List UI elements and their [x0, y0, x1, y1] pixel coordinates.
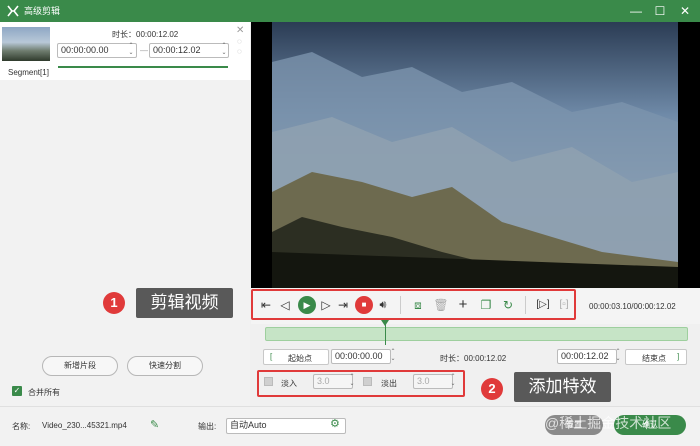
trash-icon[interactable]: 🗑︎ — [433, 297, 449, 313]
move-up-icon[interactable]: ◌ — [237, 37, 242, 46]
video-frame — [272, 22, 678, 288]
settings-gear-icon[interactable]: ⚙ — [330, 417, 340, 430]
fade-in-checkbox[interactable] — [264, 377, 273, 386]
end-label: 结束点 — [642, 354, 666, 363]
start-bracket: [ — [270, 352, 273, 361]
stop-button[interactable]: ■ — [355, 296, 373, 314]
copy-icon[interactable]: ❐ — [478, 297, 494, 313]
fade-out-checkbox[interactable] — [363, 377, 372, 386]
split-icon[interactable]: ⧈ — [410, 297, 426, 313]
new-segment-button[interactable]: 新增片段 — [42, 356, 118, 376]
fade-out-label: 淡出 — [381, 379, 397, 388]
start-label: 起始点 — [288, 354, 312, 363]
minimize-button[interactable]: — — [624, 2, 648, 20]
quick-split-button[interactable]: 快速分割 — [127, 356, 203, 376]
segment-end-value: 00:00:12.02 — [153, 45, 201, 55]
app-logo-icon — [7, 5, 19, 17]
callout-1-label: 剪辑视频 — [136, 288, 233, 318]
edit-name-icon[interactable]: ✎ — [150, 418, 159, 431]
time-readout: 00:00:03.10/00:00:12.02 — [589, 302, 676, 311]
move-down-icon[interactable]: ◌ — [237, 47, 242, 56]
fade-in-input[interactable]: 3.0 — [313, 374, 353, 389]
mark-out-icon[interactable]: [▫] — [556, 297, 572, 313]
step-back-icon[interactable]: ◁ — [277, 297, 293, 313]
merge-all-checkbox[interactable]: ✓ — [12, 386, 22, 396]
fade-out-input[interactable]: 3.0 — [413, 374, 453, 389]
merge-all-label: 合并所有 — [28, 388, 60, 397]
segment-start-stepper[interactable]: ⌃ ⌄ — [127, 43, 135, 58]
trim-start-value: 00:00:00.00 — [335, 351, 383, 361]
segment-start-input[interactable]: 00:00:00.00 — [57, 43, 137, 58]
output-select[interactable]: 自动Auto — [226, 418, 346, 434]
callout-2-number: 2 — [481, 378, 503, 400]
segment-thumbnail[interactable] — [2, 27, 50, 61]
step-forward-icon[interactable]: ▷ — [318, 297, 334, 313]
segment-end-input[interactable]: 00:00:12.02 — [149, 43, 229, 58]
fade-in-label: 淡入 — [281, 379, 297, 388]
set-start-button[interactable]: [ 起始点 — [263, 349, 329, 365]
trim-duration: 时长：00:00:12.02 — [440, 354, 507, 363]
time-separator: — — [140, 46, 148, 55]
delete-segment-icon[interactable]: ✕ — [236, 25, 244, 36]
go-to-start-icon[interactable]: ⇤ — [258, 297, 274, 313]
output-label: 输出: — [198, 422, 217, 431]
divider — [525, 296, 526, 314]
fade-out-stepper[interactable]: ⌃ ⌄ — [449, 374, 457, 389]
name-label: 名称: — [12, 422, 31, 431]
set-end-button[interactable]: 结束点 ] — [625, 349, 687, 365]
timeline-track[interactable] — [265, 327, 688, 341]
file-name: Video_230...45321.mp4 — [42, 421, 127, 430]
watermark: @稀土掘金技术社区 — [545, 415, 672, 431]
close-button[interactable]: ✕ — [673, 2, 697, 20]
trim-end-input[interactable]: 00:00:12.02 — [557, 349, 617, 364]
title-bar: 高级剪辑 — ☐ ✕ — [0, 0, 700, 22]
segment-label: Segment[1] — [8, 68, 49, 77]
end-bracket: ] — [677, 352, 680, 361]
volume-icon[interactable]: 🔊︎ — [375, 297, 391, 313]
rotate-icon[interactable]: ↻ — [500, 297, 516, 313]
output-value: 自动Auto — [230, 420, 267, 430]
go-to-end-icon[interactable]: ⇥ — [335, 297, 351, 313]
playhead-marker[interactable] — [381, 320, 389, 326]
segment-progress-line — [58, 66, 228, 68]
trim-end-value: 00:00:12.02 — [561, 351, 609, 361]
trim-start-input[interactable]: 00:00:00.00 — [331, 349, 391, 364]
fade-in-stepper[interactable]: ⌃ ⌄ — [348, 374, 356, 389]
trim-end-stepper[interactable]: ⌃ ⌄ — [614, 349, 622, 364]
callout-2-label: 添加特效 — [514, 372, 611, 402]
window-title: 高级剪辑 — [24, 6, 61, 16]
maximize-button[interactable]: ☐ — [648, 2, 672, 20]
add-icon[interactable]: + — [455, 297, 471, 313]
segment-duration: 时长：00:00:12.02 — [112, 30, 179, 39]
callout-1-number: 1 — [103, 292, 125, 314]
segment-end-stepper[interactable]: ⌃ ⌄ — [220, 43, 228, 58]
trim-start-stepper[interactable]: ⌃ ⌄ — [389, 349, 397, 364]
divider — [400, 296, 401, 314]
fade-in-value: 3.0 — [317, 376, 330, 386]
mark-in-icon[interactable]: [▷] — [535, 297, 551, 313]
fade-out-value: 3.0 — [417, 376, 430, 386]
segment-start-value: 00:00:00.00 — [61, 45, 109, 55]
play-button[interactable]: ▶ — [298, 296, 316, 314]
